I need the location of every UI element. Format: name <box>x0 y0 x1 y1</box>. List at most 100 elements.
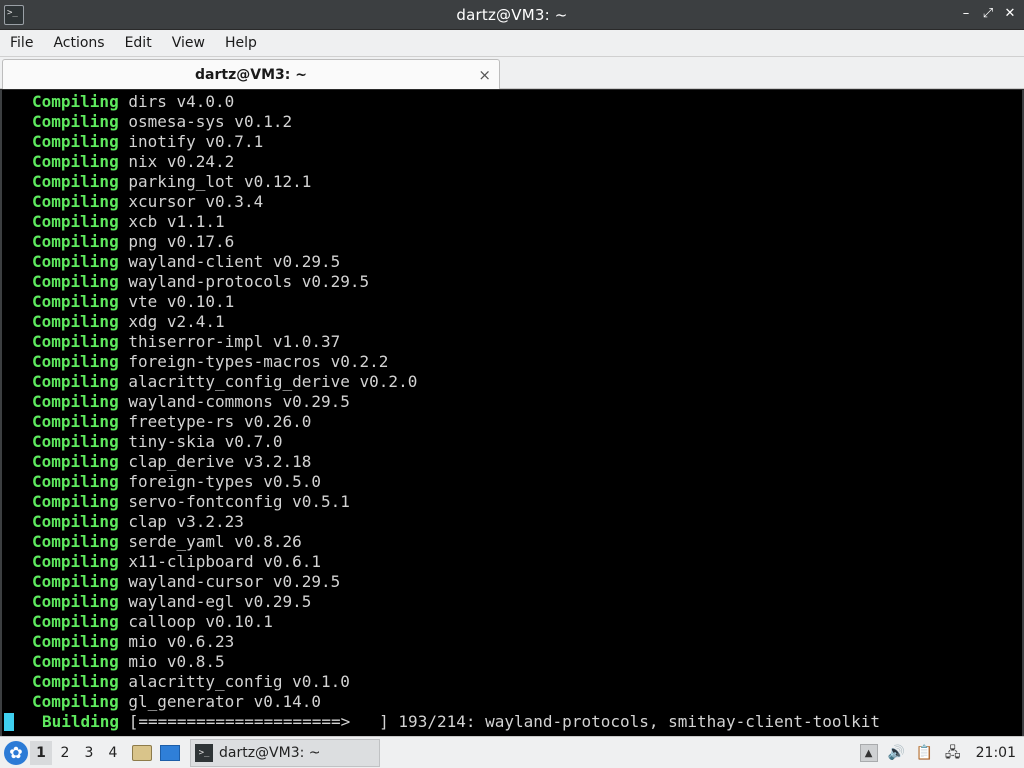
terminal-line: Compiling vte v0.10.1 <box>32 292 234 312</box>
line-package: alacritty_config_derive v0.2.0 <box>128 372 418 391</box>
line-verb: Compiling <box>32 172 119 191</box>
close-button[interactable]: ✕ <box>1002 6 1018 22</box>
terminal-tab[interactable]: dartz@VM3: ~ × <box>2 59 500 89</box>
line-verb: Compiling <box>32 692 119 711</box>
terminal-line: Compiling foreign-types-macros v0.2.2 <box>32 352 388 372</box>
line-package: thiserror-impl v1.0.37 <box>128 332 341 351</box>
terminal-line: Compiling alacritty_config_derive v0.2.0 <box>32 372 417 392</box>
line-verb: Compiling <box>32 332 119 351</box>
desktop-1-button[interactable]: 1 <box>30 740 52 765</box>
line-verb: Compiling <box>32 212 119 231</box>
desktop-3-button[interactable]: 3 <box>78 741 100 765</box>
line-package: wayland-cursor v0.29.5 <box>128 572 341 591</box>
line-package: clap_derive v3.2.18 <box>128 452 312 471</box>
desktop-4-button[interactable]: 4 <box>102 741 124 765</box>
line-package: osmesa-sys v0.1.2 <box>128 112 293 131</box>
desktop-2-button[interactable]: 2 <box>54 741 76 765</box>
line-package: xcb v1.1.1 <box>128 212 225 231</box>
volume-icon[interactable]: 🔊 <box>888 744 906 762</box>
show-desktop-icon[interactable] <box>160 744 180 761</box>
terminal-line: Compiling thiserror-impl v1.0.37 <box>32 332 340 352</box>
line-package: wayland-commons v0.29.5 <box>128 392 350 411</box>
clipboard-icon[interactable]: 📋 <box>916 744 934 762</box>
menu-view[interactable]: View <box>172 35 205 51</box>
file-manager-icon[interactable] <box>132 744 152 761</box>
tab-label: dartz@VM3: ~ <box>195 66 307 83</box>
line-verb: Compiling <box>32 452 119 471</box>
line-verb: Compiling <box>32 652 119 671</box>
status-verb: Building <box>42 712 120 731</box>
line-package: gl_generator v0.14.0 <box>128 692 321 711</box>
line-package: vte v0.10.1 <box>128 292 235 311</box>
line-verb: Compiling <box>32 112 119 131</box>
menu-bar: File Actions Edit View Help <box>0 30 1024 57</box>
terminal-line: Compiling wayland-client v0.29.5 <box>32 252 340 272</box>
menu-help[interactable]: Help <box>225 35 257 51</box>
line-verb: Compiling <box>32 292 119 311</box>
line-package: xdg v2.4.1 <box>128 312 225 331</box>
line-verb: Compiling <box>32 532 119 551</box>
line-package: calloop v0.10.1 <box>128 612 273 631</box>
line-package: foreign-types-macros v0.2.2 <box>128 352 389 371</box>
terminal-line: Compiling clap_derive v3.2.18 <box>32 452 311 472</box>
menu-edit[interactable]: Edit <box>125 35 152 51</box>
terminal-line: Compiling x11-clipboard v0.6.1 <box>32 552 321 572</box>
terminal-line: Compiling mio v0.8.5 <box>32 652 225 672</box>
terminal-line: Compiling xcursor v0.3.4 <box>32 192 263 212</box>
menu-actions[interactable]: Actions <box>53 35 104 51</box>
line-verb: Compiling <box>32 552 119 571</box>
lxqt-start-icon[interactable]: ✿ <box>4 740 28 765</box>
terminal-line: Compiling parking_lot v0.12.1 <box>32 172 311 192</box>
line-verb: Compiling <box>32 92 119 111</box>
line-package: png v0.17.6 <box>128 232 235 251</box>
window-controls: – ⤢ ✕ <box>958 6 1018 22</box>
terminal-line: Compiling foreign-types v0.5.0 <box>32 472 321 492</box>
line-verb: Compiling <box>32 312 119 331</box>
line-verb: Compiling <box>32 412 119 431</box>
line-package: wayland-client v0.29.5 <box>128 252 341 271</box>
build-progress-line: Building [=====================> ] 193/2… <box>42 712 880 732</box>
line-package: wayland-egl v0.29.5 <box>128 592 312 611</box>
line-package: foreign-types v0.5.0 <box>128 472 321 491</box>
terminal-line: Compiling gl_generator v0.14.0 <box>32 692 321 712</box>
line-verb: Compiling <box>32 512 119 531</box>
network-icon[interactable]: 🖧 <box>944 744 962 762</box>
line-verb: Compiling <box>32 352 119 371</box>
line-verb: Compiling <box>32 472 119 491</box>
terminal-output[interactable]: Compiling dirs v4.0.0 Compiling osmesa-sy… <box>0 90 1024 736</box>
line-verb: Compiling <box>32 592 119 611</box>
line-verb: Compiling <box>32 132 119 151</box>
terminal-line: Compiling calloop v0.10.1 <box>32 612 273 632</box>
window-title: dartz@VM3: ~ <box>456 5 568 24</box>
tab-close-icon[interactable]: × <box>478 66 491 84</box>
line-package: xcursor v0.3.4 <box>128 192 264 211</box>
maximize-button[interactable]: ⤢ <box>980 6 996 22</box>
line-verb: Compiling <box>32 252 119 271</box>
scroll-up-icon[interactable]: ▲ <box>859 743 878 762</box>
clock[interactable]: 21:01 <box>976 745 1016 761</box>
title-bar: >_ dartz@VM3: ~ – ⤢ ✕ <box>0 0 1024 30</box>
line-package: dirs v4.0.0 <box>128 92 235 111</box>
terminal-line: Compiling xdg v2.4.1 <box>32 312 225 332</box>
line-verb: Compiling <box>32 632 119 651</box>
line-package: servo-fontconfig v0.5.1 <box>128 492 350 511</box>
taskbar: ✿ 1 2 3 4 >_ dartz@VM3: ~ ▲ 🔊 📋 🖧 21:01 <box>0 736 1024 768</box>
line-package: freetype-rs v0.26.0 <box>128 412 312 431</box>
line-verb: Compiling <box>32 192 119 211</box>
taskbar-terminal-item[interactable]: >_ dartz@VM3: ~ <box>190 738 380 767</box>
system-tray: ▲ 🔊 📋 🖧 21:01 <box>850 743 1024 762</box>
line-package: x11-clipboard v0.6.1 <box>128 552 321 571</box>
terminal-icon: >_ <box>4 5 24 25</box>
terminal-line: Compiling nix v0.24.2 <box>32 152 234 172</box>
line-package: mio v0.6.23 <box>128 632 235 651</box>
terminal-line: Compiling servo-fontconfig v0.5.1 <box>32 492 350 512</box>
terminal-line: Compiling wayland-egl v0.29.5 <box>32 592 311 612</box>
terminal-line: Compiling xcb v1.1.1 <box>32 212 225 232</box>
menu-file[interactable]: File <box>10 35 33 51</box>
line-package: parking_lot v0.12.1 <box>128 172 312 191</box>
terminal-line: Compiling png v0.17.6 <box>32 232 234 252</box>
line-verb: Compiling <box>32 232 119 251</box>
terminal-line: Compiling tiny-skia v0.7.0 <box>32 432 282 452</box>
line-verb: Compiling <box>32 612 119 631</box>
minimize-button[interactable]: – <box>958 6 974 22</box>
